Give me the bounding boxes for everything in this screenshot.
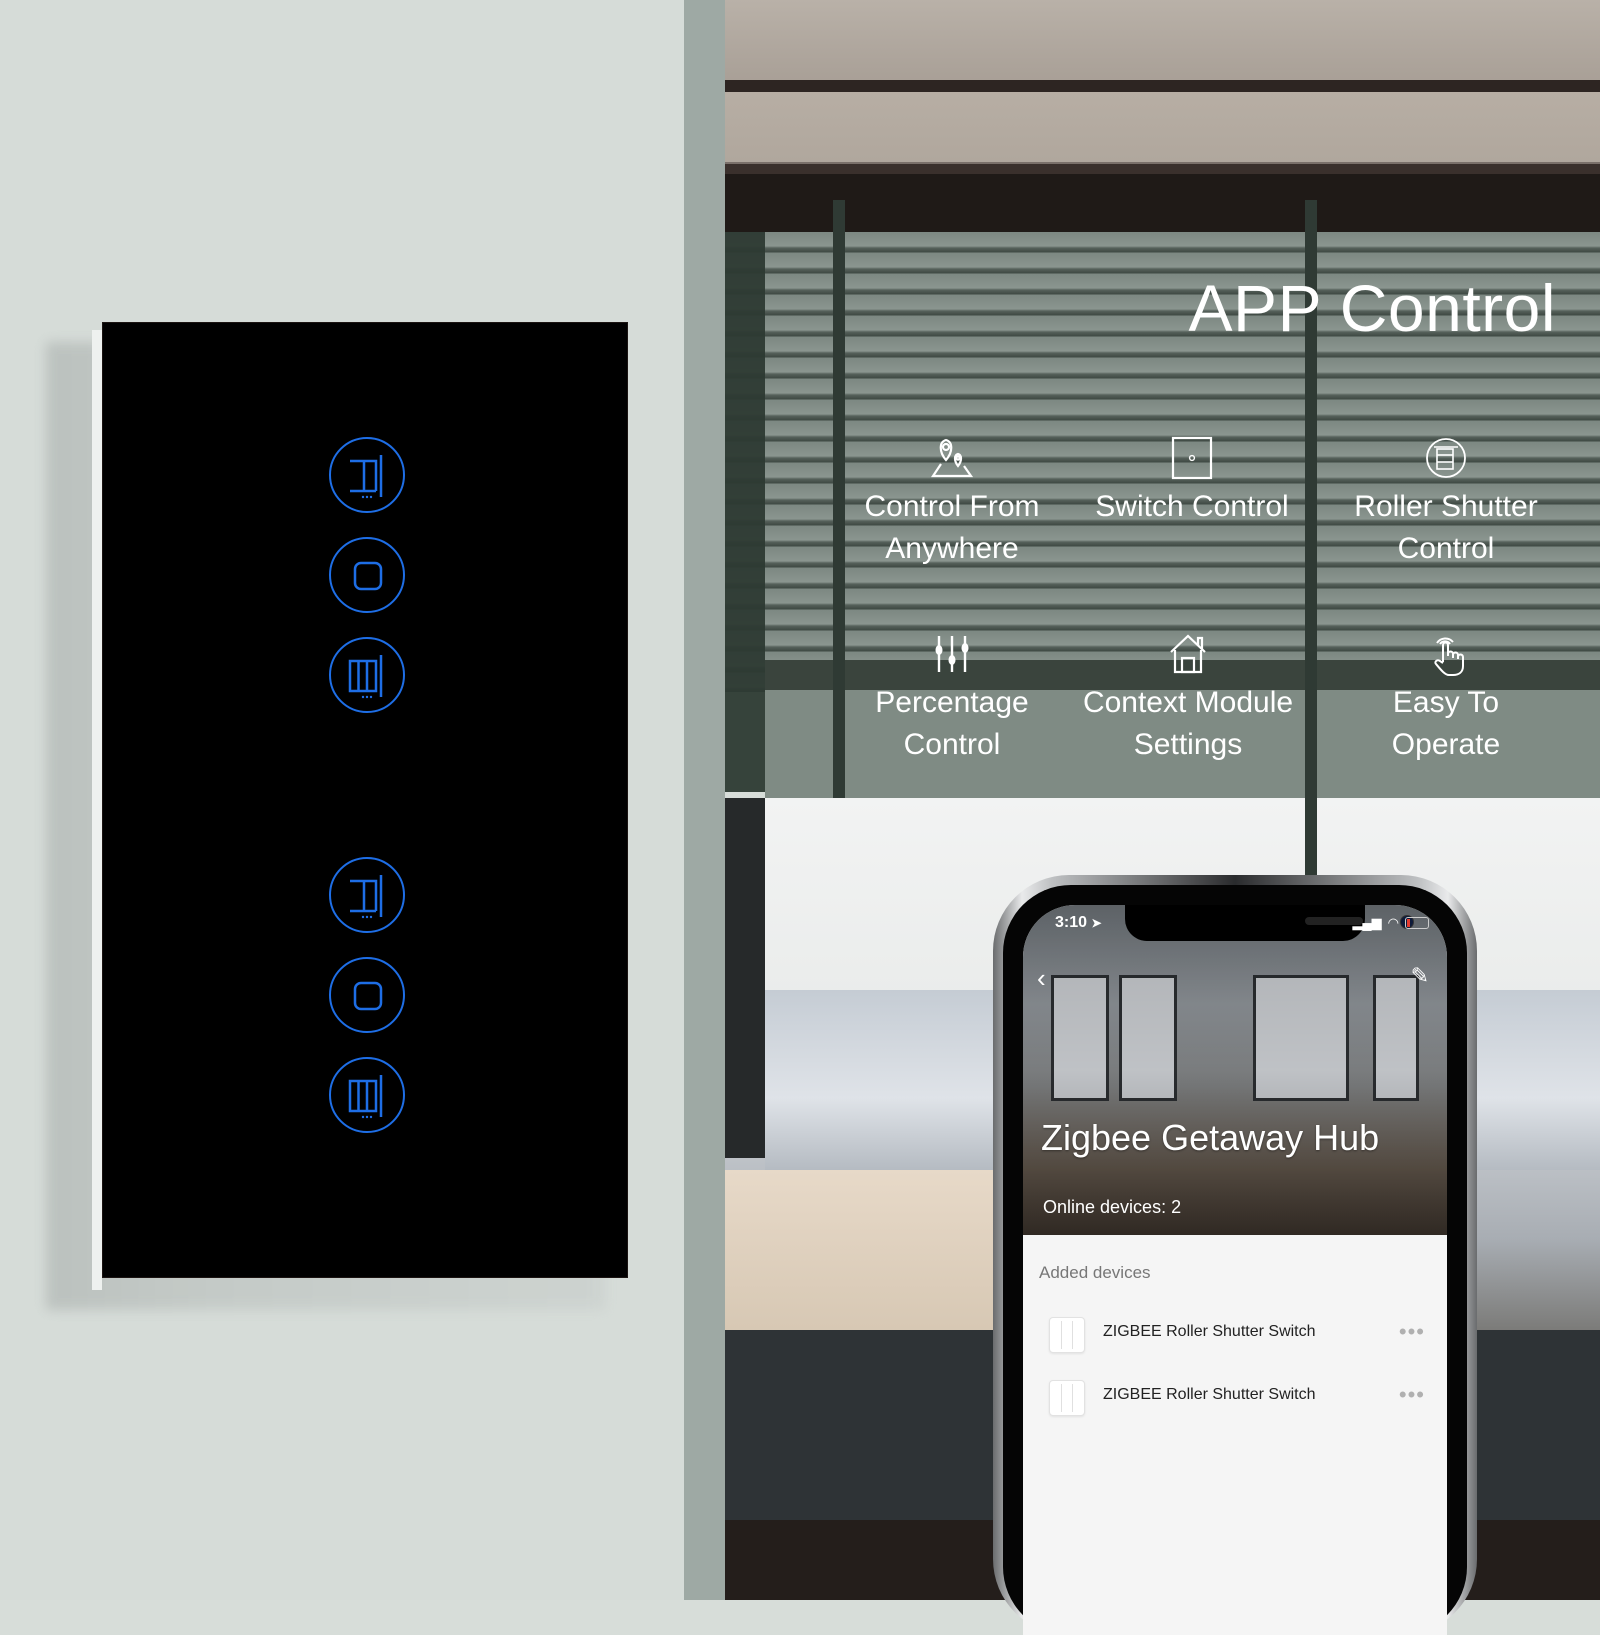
feature-label: Context Module Settings (1082, 686, 1294, 761)
stop-button[interactable] (329, 957, 405, 1033)
blind-headbox (725, 174, 1600, 232)
page-title: APP Control (1188, 271, 1556, 345)
ceiling-rail (725, 80, 1600, 92)
feature-percentage-control: Percentage Control (832, 632, 1072, 766)
status-bar-time: 3:10 ➤ (1055, 914, 1102, 931)
sliders-icon (935, 636, 969, 672)
roller-switch-thumbnail-icon (1049, 1380, 1085, 1416)
added-devices-heading: Added devices (1039, 1263, 1151, 1282)
home-icon (1170, 634, 1206, 674)
location-arrow-icon: ➤ (1091, 916, 1102, 930)
shutter-close-icon (348, 655, 383, 699)
device-name: ZIGBEE Roller Shutter Switch (1103, 1323, 1316, 1340)
app-screen: 3:10 ➤ ▂▄▆ ◠ ‹ ✎ Zigbee Getaway Hub Onli… (1023, 905, 1447, 1635)
more-options-icon[interactable]: ••• (1399, 1382, 1425, 1408)
more-options-icon[interactable]: ••• (1399, 1319, 1425, 1345)
ceiling-panel (725, 92, 1600, 162)
map-location-pins-icon (930, 438, 974, 478)
feature-easy-to-operate: Easy To Operate (1326, 632, 1566, 766)
hero-shade (1023, 905, 1447, 1235)
shutter-close-button[interactable] (329, 637, 405, 713)
shutter-open-button[interactable] (329, 857, 405, 933)
roller-shutter-icon (1426, 438, 1466, 478)
ceiling (725, 0, 1600, 80)
smartphone: 3:10 ➤ ▂▄▆ ◠ ‹ ✎ Zigbee Getaway Hub Onli… (993, 875, 1477, 1635)
device-name: ZIGBEE Roller Shutter Switch (1103, 1386, 1316, 1403)
phone-notch (1125, 905, 1414, 941)
online-devices-count: Online devices: 2 (1043, 1197, 1182, 1217)
edit-button[interactable]: ✎ (1411, 963, 1429, 989)
plate-edge-highlight (92, 330, 102, 1290)
roller-switch-thumbnail-icon (1049, 1317, 1085, 1353)
stop-icon (353, 561, 383, 591)
stop-button[interactable] (329, 537, 405, 613)
feature-control-from-anywhere: Control From Anywhere (832, 436, 1072, 570)
feature-roller-shutter-control: Roller Shutter Control (1326, 436, 1566, 570)
divider-strip (684, 0, 725, 1600)
bed-sheet (725, 1170, 1025, 1330)
shutter-open-button[interactable] (329, 437, 405, 513)
shutter-open-icon (350, 455, 383, 499)
stop-icon (353, 981, 383, 1011)
shutter-close-button[interactable] (329, 1057, 405, 1133)
feature-label: Easy To Operate (1391, 686, 1501, 761)
blinds-shadow (725, 232, 765, 792)
feature-label: Switch Control (1095, 490, 1289, 523)
feature-label: Percentage Control (875, 686, 1029, 761)
back-button[interactable]: ‹ (1037, 963, 1046, 994)
shutter-close-icon (348, 1075, 383, 1119)
feature-label: Roller Shutter Control (1354, 490, 1538, 565)
battery-low-icon (1405, 917, 1429, 929)
switch-panel-icon (1171, 436, 1213, 480)
feature-context-module-settings: Context Module Settings (1068, 632, 1308, 766)
hub-cover-image (1023, 905, 1447, 1235)
phone-bezel: 3:10 ➤ ▂▄▆ ◠ ‹ ✎ Zigbee Getaway Hub Onli… (1003, 885, 1467, 1635)
feature-switch-control: Switch Control (1072, 436, 1312, 528)
tap-hand-icon (1434, 637, 1464, 676)
feature-label: Control From Anywhere (864, 490, 1040, 565)
window-frame (725, 798, 765, 1158)
cellular-signal-icon: ▂▄▆ (1352, 915, 1382, 930)
device-list-item[interactable]: ZIGBEE Roller Shutter Switch ••• (1023, 1376, 1447, 1428)
touch-switch-panel (102, 322, 628, 1278)
shutter-open-icon (350, 875, 383, 919)
status-bar-indicators: ▂▄▆ ◠ (1352, 915, 1429, 931)
wifi-icon: ◠ (1387, 915, 1399, 930)
hub-title: Zigbee Getaway Hub (1041, 1117, 1380, 1158)
device-list-item[interactable]: ZIGBEE Roller Shutter Switch ••• (1023, 1313, 1447, 1365)
